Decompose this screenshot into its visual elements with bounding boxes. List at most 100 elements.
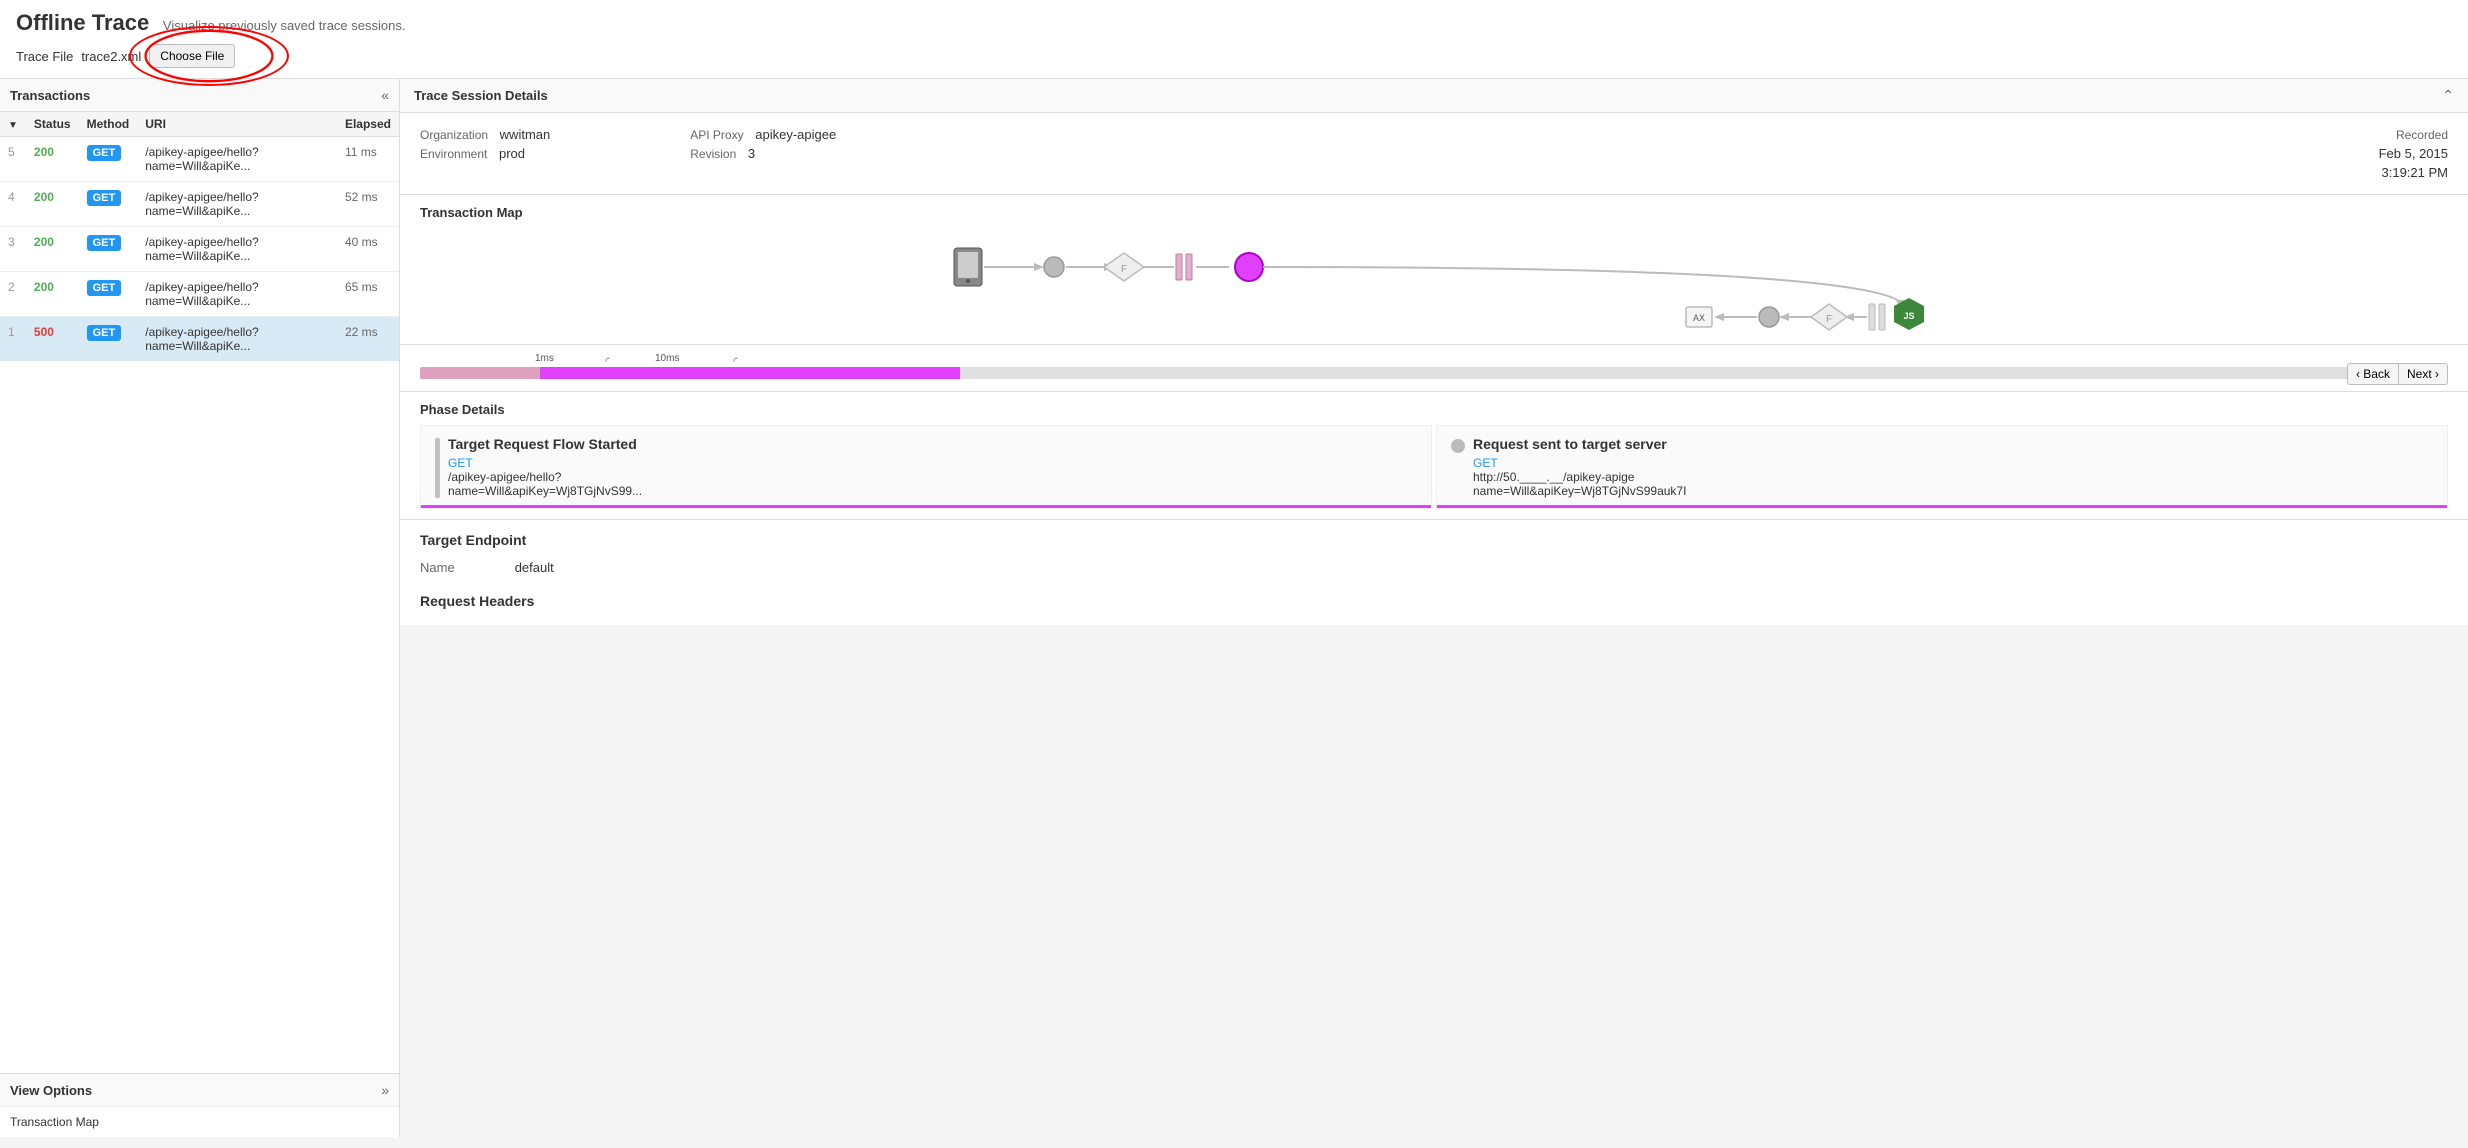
recorded-time: 3:19:21 PM	[2382, 165, 2449, 180]
tx-status: 200	[26, 137, 79, 182]
phase-card-1-url: /apikey-apigee/hello?	[448, 470, 642, 484]
phase-card-1-text: Target Request Flow Started GET /apikey-…	[448, 436, 642, 498]
file-row: Trace File trace2.xml Choose File	[16, 44, 2452, 68]
org-label: Organization	[420, 128, 488, 142]
phase-details-title: Phase Details	[420, 402, 2448, 417]
phase-card-2-bottom-bar	[1437, 505, 2447, 508]
table-row[interactable]: 5200 GET/apikey-apigee/hello?name=Will&ap…	[0, 137, 399, 182]
page-subtitle: Visualize previously saved trace session…	[163, 18, 406, 33]
org-row: Organization wwitman	[420, 127, 550, 142]
phase-card-1-get: GET	[448, 456, 642, 470]
revision-value: 3	[748, 146, 755, 161]
tx-elapsed: 65 ms	[337, 272, 399, 317]
recorded-label-row: Recorded	[2379, 127, 2448, 142]
col-method: Method	[79, 112, 138, 137]
col-sort: ▼	[0, 112, 26, 137]
timeline-bar-magenta	[540, 367, 960, 379]
collapse-left-button[interactable]: «	[381, 87, 389, 103]
revision-row: Revision 3	[690, 146, 836, 161]
main-layout: Transactions « ▼ Status Method URI Elaps…	[0, 79, 2468, 1137]
tx-uri: /apikey-apigee/hello?name=Will&apiKe...	[137, 137, 337, 182]
tx-method: GET	[79, 317, 138, 362]
proxy-row: API Proxy apikey-apigee	[690, 127, 836, 142]
back-button[interactable]: ‹ Back	[2347, 363, 2399, 385]
phase-card-1: Target Request Flow Started GET /apikey-…	[420, 425, 1432, 509]
endpoint-name-label: Name	[420, 556, 515, 579]
svg-text:F: F	[1121, 264, 1127, 275]
view-options-bar: View Options »	[0, 1073, 399, 1106]
back-next-buttons: ‹ Back Next ›	[2347, 363, 2448, 385]
method-button[interactable]: GET	[87, 325, 122, 341]
request-headers-title: Request Headers	[420, 593, 2448, 609]
tx-id: 5	[0, 137, 26, 182]
tx-method: GET	[79, 137, 138, 182]
tx-status: 200	[26, 272, 79, 317]
env-label: Environment	[420, 147, 487, 161]
col-elapsed: Elapsed	[337, 112, 399, 137]
timeline-label-1ms: 1ms	[535, 353, 554, 364]
right-panel: Trace Session Details ⌃ Organization wwi…	[400, 79, 2468, 1137]
choose-file-button[interactable]: Choose File	[149, 44, 235, 68]
org-value: wwitman	[500, 127, 551, 142]
tx-uri: /apikey-apigee/hello?name=Will&apiKe...	[137, 272, 337, 317]
tx-id: 4	[0, 182, 26, 227]
phase-card-1-content: Target Request Flow Started GET /apikey-…	[435, 436, 1417, 498]
endpoint-name-value: default	[515, 556, 614, 579]
view-options-label: View Options	[10, 1083, 92, 1098]
svg-text:F: F	[1826, 314, 1832, 325]
right-panel-content: Organization wwitman Environment prod AP…	[400, 113, 2468, 1137]
tx-method: GET	[79, 227, 138, 272]
tx-uri: /apikey-apigee/hello?name=Will&apiKe...	[137, 317, 337, 362]
transactions-header: Transactions «	[0, 79, 399, 112]
left-panel: Transactions « ▼ Status Method URI Elaps…	[0, 79, 400, 1137]
phase-card-2-text: Request sent to target server GET http:/…	[1473, 436, 1686, 498]
phase-card-1-title: Target Request Flow Started	[448, 436, 642, 452]
collapse-view-options-button[interactable]: »	[381, 1082, 389, 1098]
method-button[interactable]: GET	[87, 280, 122, 296]
tx-elapsed: 52 ms	[337, 182, 399, 227]
right-panel-header: Trace Session Details ⌃	[400, 79, 2468, 113]
phase-card-2-params: name=Will&apiKey=Wj8TGjNvS99auk7I	[1473, 484, 1686, 498]
tx-elapsed: 11 ms	[337, 137, 399, 182]
table-row[interactable]: 3200GET/apikey-apigee/hello?name=Will&ap…	[0, 227, 399, 272]
tx-elapsed: 22 ms	[337, 317, 399, 362]
phase-cards: Target Request Flow Started GET /apikey-…	[420, 425, 2448, 509]
phase-card-2: Request sent to target server GET http:/…	[1436, 425, 2448, 509]
next-button[interactable]: Next ›	[2399, 363, 2448, 385]
timeline-label-10ms: 10ms	[655, 353, 679, 364]
transactions-table-container: ▼ Status Method URI Elapsed 5200GET/apik…	[0, 112, 399, 1073]
map-container: F	[420, 228, 2448, 338]
table-row[interactable]: 1500GET/apikey-apigee/hello?name=Will&ap…	[0, 317, 399, 362]
col-uri: URI	[137, 112, 337, 137]
phase-card-1-params: name=Will&apiKey=Wj8TGjNvS99...	[448, 484, 642, 498]
timeline-bracket-open: ⌌	[602, 353, 610, 364]
method-button[interactable]: GET	[87, 190, 122, 206]
phase-card-1-bar	[435, 438, 440, 498]
session-org-env: Organization wwitman Environment prod	[420, 127, 550, 180]
tx-method: GET	[79, 182, 138, 227]
tx-id: 1	[0, 317, 26, 362]
file-label: Trace File	[16, 49, 73, 64]
table-row[interactable]: 2200GET/apikey-apigee/hello?name=Will&ap…	[0, 272, 399, 317]
timeline-bracket-close: ⌌	[730, 353, 738, 364]
recorded-date: Feb 5, 2015	[2379, 146, 2448, 161]
page-title: Offline Trace	[16, 10, 149, 35]
proxy-value: apikey-apigee	[755, 127, 836, 142]
collapse-right-button[interactable]: ⌃	[2442, 87, 2454, 104]
recorded-date-row: Feb 5, 2015	[2379, 146, 2448, 161]
tx-uri: /apikey-apigee/hello?name=Will&apiKe...	[137, 227, 337, 272]
timeline-section: 1ms ⌌ 10ms ⌌ ‹ Back Next ›	[400, 345, 2468, 392]
env-row: Environment prod	[420, 146, 550, 161]
tx-map-title: Transaction Map	[420, 205, 2448, 220]
method-button[interactable]: GET	[87, 145, 122, 161]
phase-card-2-url: http://50.____.__/apikey-apige	[1473, 470, 1686, 484]
svg-text:AX: AX	[1693, 313, 1705, 323]
phase-card-2-dot	[1451, 439, 1465, 453]
table-row[interactable]: 4200GET/apikey-apigee/hello?name=Will&ap…	[0, 182, 399, 227]
method-button[interactable]: GET	[87, 235, 122, 251]
header-title-row: Offline Trace Visualize previously saved…	[16, 10, 2452, 36]
session-details: Organization wwitman Environment prod AP…	[400, 113, 2468, 195]
endpoint-name-row: Name default	[420, 556, 614, 579]
tx-id: 3	[0, 227, 26, 272]
table-header-row: ▼ Status Method URI Elapsed	[0, 112, 399, 137]
